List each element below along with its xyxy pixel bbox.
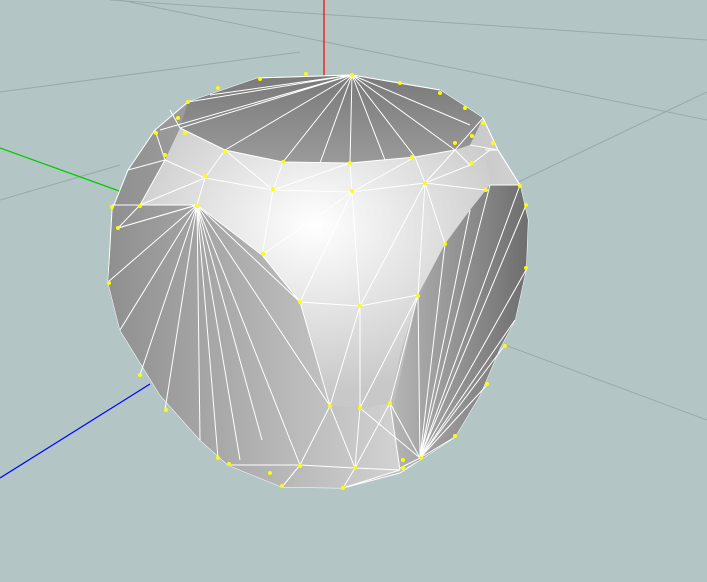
grid-line	[109, 0, 707, 41]
z-axis-line	[0, 383, 151, 479]
grid-line	[504, 344, 707, 421]
3d-viewport[interactable]	[0, 0, 707, 582]
grid-line	[509, 91, 707, 187]
viewport-canvas[interactable]	[0, 0, 707, 582]
